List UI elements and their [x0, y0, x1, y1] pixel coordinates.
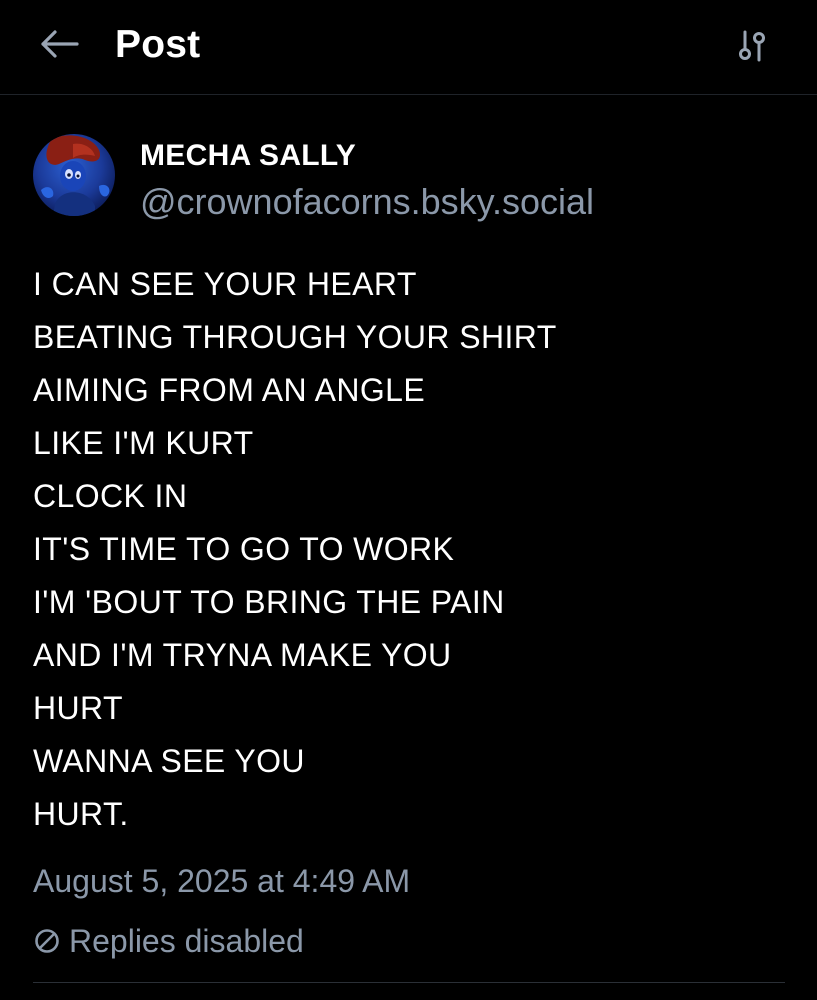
post-text-line: CLOCK IN: [33, 478, 188, 514]
post-text-line: HURT: [33, 690, 123, 726]
back-button[interactable]: [36, 24, 82, 64]
author-display-name[interactable]: MECHA SALLY: [140, 138, 356, 174]
post-header: Post: [0, 0, 817, 95]
replies-status: Replies disabled: [33, 920, 304, 962]
post-text-line: HURT.: [33, 796, 129, 832]
post-text-line: IT'S TIME TO GO TO WORK: [33, 531, 455, 567]
post-text-line: WANNA SEE YOU: [33, 743, 305, 779]
page-title: Post: [115, 23, 201, 66]
post-text-line: AND I'M TRYNA MAKE YOU: [33, 637, 452, 673]
avatar-image: [33, 134, 115, 216]
post-text: I CAN SEE YOUR HEART BEATING THROUGH YOU…: [33, 258, 793, 841]
post-text-line: I'M 'BOUT TO BRING THE PAIN: [33, 584, 505, 620]
post-text-line: I CAN SEE YOUR HEART: [33, 266, 417, 302]
sliders-icon: [739, 30, 765, 62]
post-text-line: LIKE I'M KURT: [33, 425, 254, 461]
post-text-line: AIMING FROM AN ANGLE: [33, 372, 426, 408]
replies-status-label: Replies disabled: [69, 923, 304, 959]
arrow-left-icon: [41, 30, 79, 58]
divider: [33, 982, 785, 983]
thread-settings-button[interactable]: [730, 24, 774, 68]
author-handle[interactable]: @crownofacorns.bsky.social: [140, 180, 594, 224]
prohibited-icon: [35, 929, 59, 953]
post-timestamp[interactable]: August 5, 2025 at 4:49 AM: [33, 860, 410, 902]
post-text-line: BEATING THROUGH YOUR SHIRT: [33, 319, 557, 355]
avatar[interactable]: [33, 134, 115, 216]
